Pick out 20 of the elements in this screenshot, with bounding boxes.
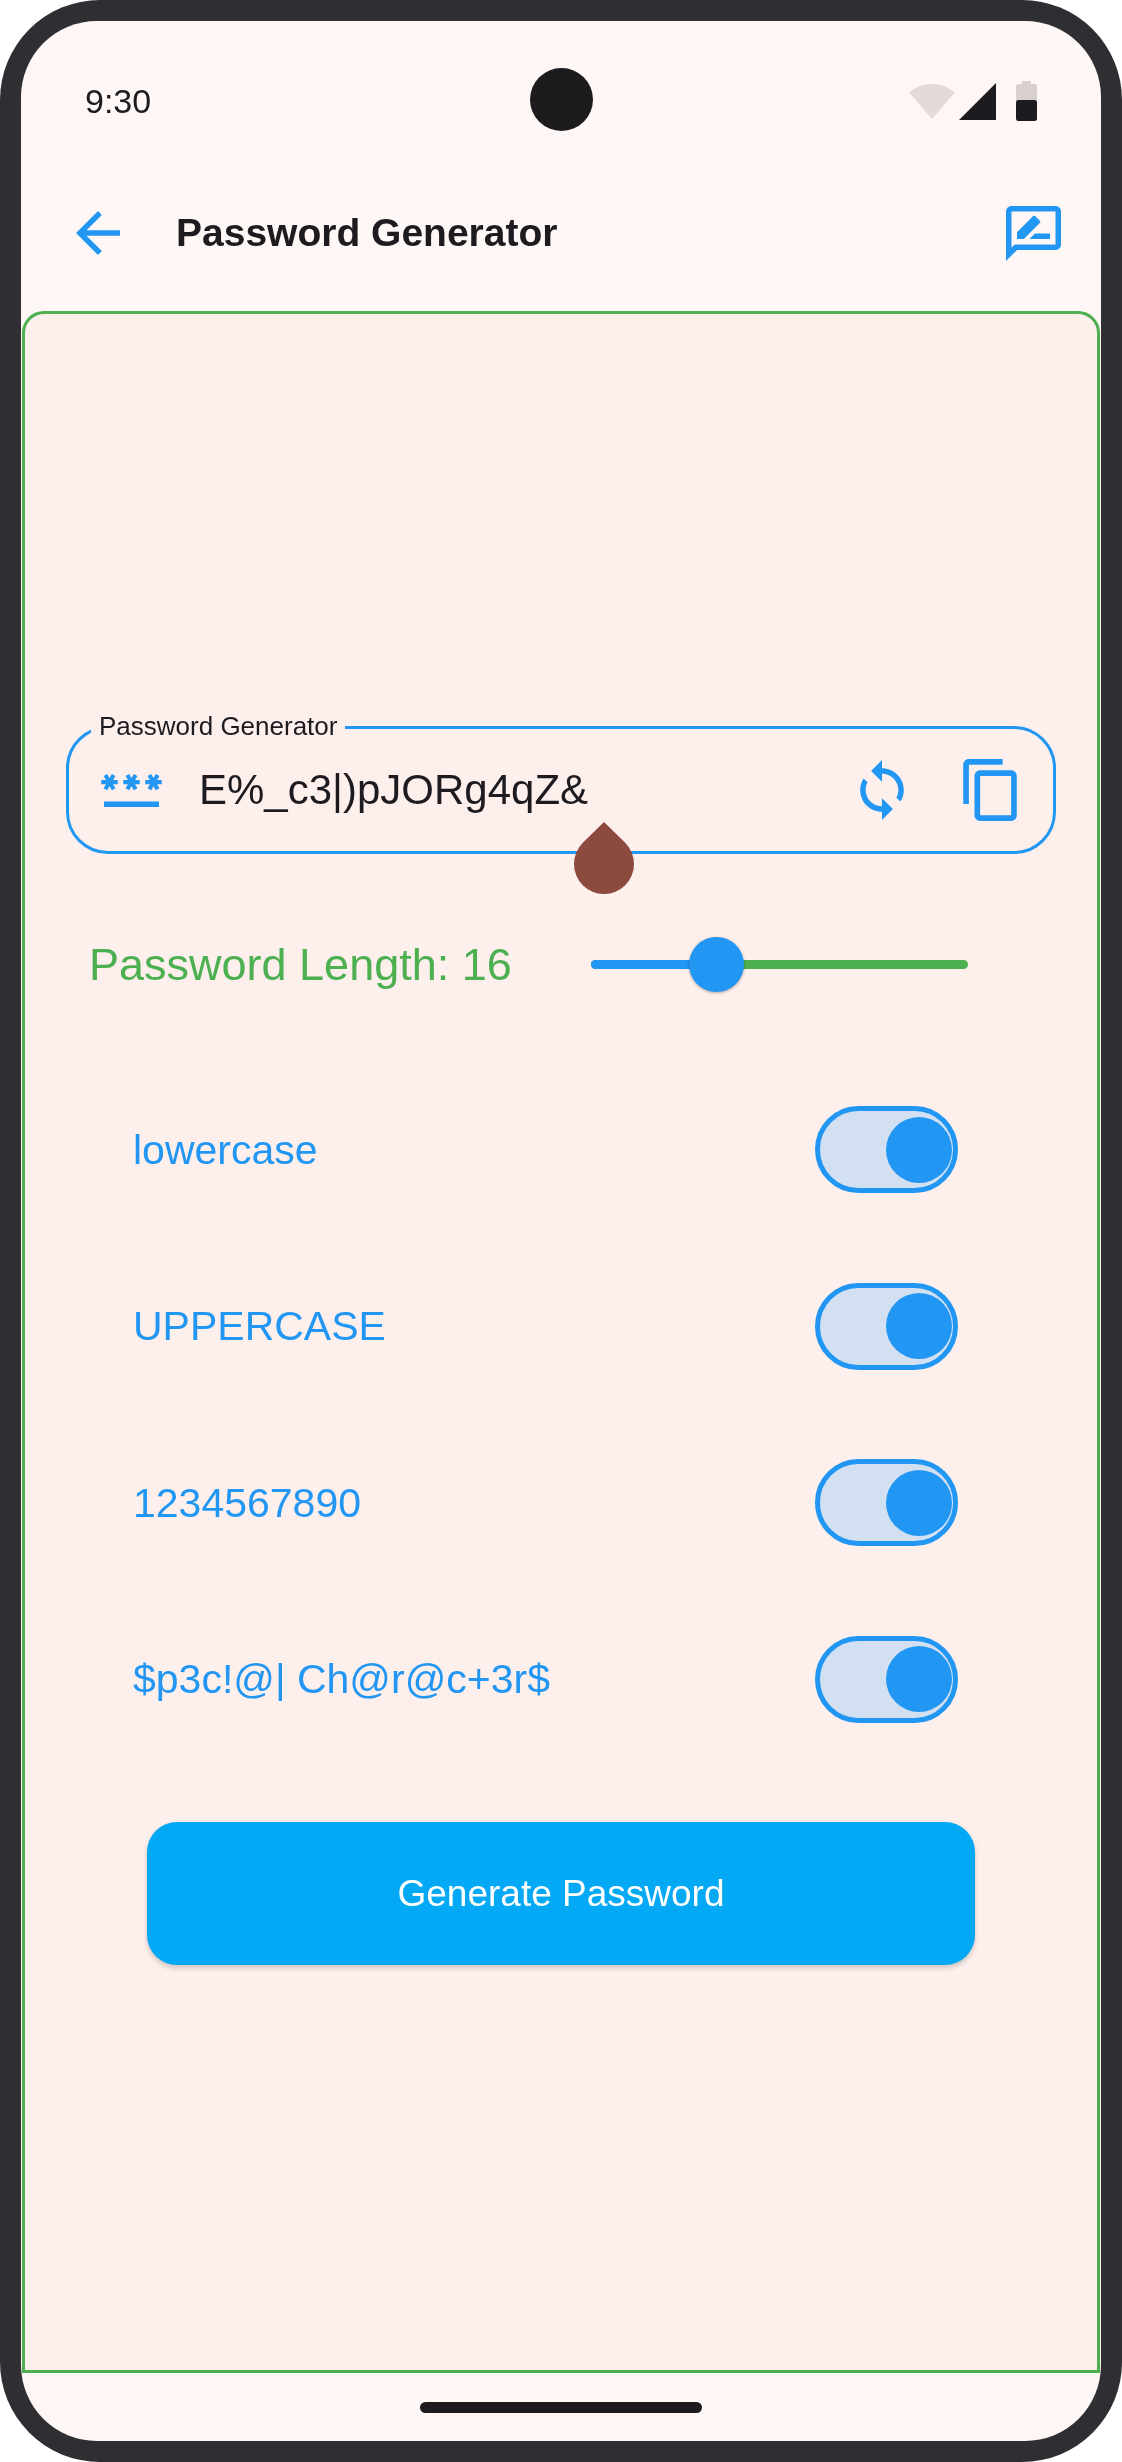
password-icon <box>101 773 162 807</box>
speech-bubble-pen-icon[interactable] <box>1006 205 1061 261</box>
option-label: UPPERCASE <box>133 1302 386 1351</box>
option-label: $p3c!@| Ch@r@c+3r$ <box>133 1655 550 1704</box>
battery-icon <box>1016 81 1037 121</box>
status-time: 9:30 <box>85 81 152 121</box>
app-bar-title: Password Generator <box>176 210 559 256</box>
password-value: E%_c3|)pJORg4qZ& <box>199 765 589 815</box>
length-label: Password Length: 16 <box>89 938 512 992</box>
length-slider[interactable] <box>591 937 968 992</box>
signal-icon <box>959 82 996 120</box>
refresh-icon[interactable] <box>860 760 904 820</box>
password-field[interactable]: Password Generator E%_c3|)pJORg4qZ& <box>66 710 1056 854</box>
option-label: 1234567890 <box>133 1478 362 1528</box>
selection-handle-icon[interactable] <box>574 822 634 894</box>
copy-icon[interactable] <box>963 759 1017 821</box>
wifi-icon <box>909 83 955 119</box>
slider-thumb[interactable] <box>689 937 745 992</box>
option-label: lowercase <box>133 1125 318 1175</box>
back-arrow-icon[interactable] <box>76 211 120 255</box>
